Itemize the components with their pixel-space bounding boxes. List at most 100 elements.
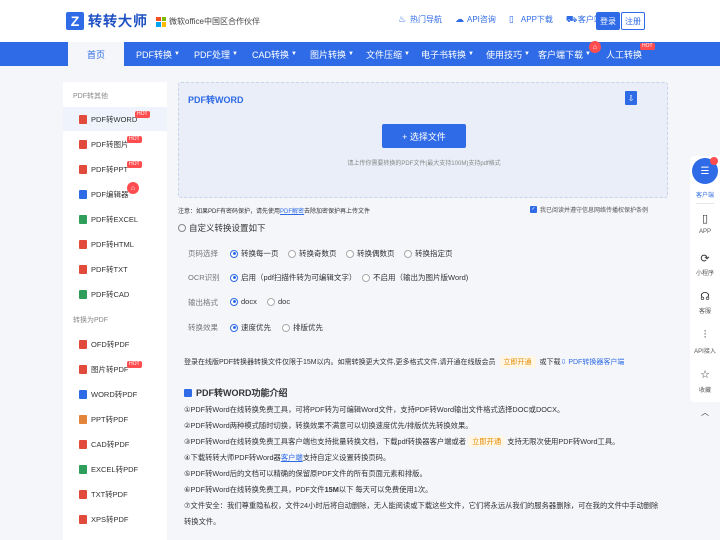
dock-favorite-label[interactable]: 收藏 xyxy=(690,385,720,394)
top-link-hot-nav[interactable]: ♨ 热门导航 xyxy=(398,14,442,25)
nav-pdf-convert[interactable]: PDF转换 ▼ xyxy=(136,42,180,66)
intro-line-3-a: ③PDF转Word在线转换免费工具客户端也支持批量转换文档，下载pdf转换器客户… xyxy=(184,437,467,446)
chevron-down-icon: ▼ xyxy=(291,51,297,57)
sidebar-item-ppt-to-pdf[interactable]: PPT转PDF xyxy=(63,407,167,431)
nav-cad-convert[interactable]: CAD转换 ▼ xyxy=(252,42,297,66)
open-vip-button[interactable]: 立即开通 xyxy=(499,356,536,368)
intro-line-7: ⑦文件安全：我们尊重隐私权，文件24小时后将自动删除，无人能阅读或下载这些文件，… xyxy=(184,501,659,510)
intro-line-7-cont: 转换文件。 xyxy=(184,517,221,526)
sidebar-item-pdf-to-excel[interactable]: PDF转EXCEL xyxy=(63,207,167,231)
nav-manual-convert[interactable]: 人工转换 xyxy=(606,42,642,66)
intro-line-4-a: ④下载转转大师PDF转Word器 xyxy=(184,453,281,462)
radio-docx[interactable]: docx xyxy=(230,297,257,306)
password-notice: 注意：如果PDF有密码保护，请先使用PDF解密去除加密保护再上传文件 xyxy=(178,206,370,215)
download-client-link[interactable]: ⇩ PDF转换器客户端 xyxy=(561,357,625,367)
radio-label: docx xyxy=(241,297,257,306)
radio-ocr-enable[interactable]: 启用（pdf扫描件转为可编辑文字） xyxy=(230,272,356,283)
nav-home[interactable]: 首页 xyxy=(68,42,124,66)
sidebar-item-pdf-to-word[interactable]: PDF转WORD xyxy=(63,107,167,131)
chevron-up-icon[interactable]: ︿ xyxy=(697,404,713,420)
radio-odd-pages[interactable]: 转换奇数页 xyxy=(288,248,337,259)
client-link[interactable]: 客户端 xyxy=(281,453,303,462)
cart-icon: ⛟ xyxy=(565,14,578,24)
login-button[interactable]: 登录 xyxy=(596,12,620,30)
sidebar: PDF转其他 PDF转WORD PDF转图片 PDF转PPT PDF编辑器 PD… xyxy=(63,82,167,540)
nav-label: 图片转换 xyxy=(310,49,347,60)
nav-client-download[interactable]: 客户端下载 ▼ xyxy=(538,42,591,66)
pdf-decrypt-link[interactable]: PDF解密 xyxy=(280,209,304,215)
file-icon xyxy=(79,139,87,149)
chevron-down-icon: ▼ xyxy=(404,51,410,57)
radio-icon xyxy=(230,323,238,332)
mobile-icon[interactable]: ▯ xyxy=(697,210,713,226)
sidebar-item-pdf-to-txt[interactable]: PDF转TXT xyxy=(63,257,167,281)
headset-icon[interactable]: ☊ xyxy=(697,288,713,304)
sidebar-item-pdf-to-image[interactable]: PDF转图片 xyxy=(63,132,167,156)
register-button[interactable]: 注册 xyxy=(621,12,645,30)
dock-miniapp-label[interactable]: 小程序 xyxy=(690,268,720,277)
file-icon xyxy=(79,414,87,424)
logo[interactable]: Z 转转大师 xyxy=(66,11,148,31)
radio-label: 转换指定页 xyxy=(415,249,453,258)
star-icon[interactable]: ☆ xyxy=(697,366,713,382)
sidebar-item-txt-to-pdf[interactable]: TXT转PDF xyxy=(63,482,167,506)
radio-icon xyxy=(362,273,370,282)
radio-ocr-disable[interactable]: 不启用（输出为图片版Word) xyxy=(362,272,468,283)
miniapp-icon[interactable]: ⟳ xyxy=(697,250,713,266)
radio-every-page[interactable]: 转换每一页 xyxy=(230,248,279,259)
nav-label: 客户端下载 xyxy=(538,49,584,60)
intro-line-3-b: 支持无限次使用PDF转Word工具。 xyxy=(507,437,620,446)
radio-label: 转换偶数页 xyxy=(357,249,395,258)
partner-badge: 微软office中国区合作伙伴 xyxy=(156,16,260,27)
sidebar-item-pdf-to-ppt[interactable]: PDF转PPT xyxy=(63,157,167,181)
radio-doc[interactable]: doc xyxy=(267,297,290,306)
sidebar-item-word-to-pdf[interactable]: WORD转PDF xyxy=(63,382,167,406)
radio-speed-first[interactable]: 速度优先 xyxy=(230,322,271,333)
sidebar-item-ofd-to-pdf[interactable]: OFD转PDF xyxy=(63,332,167,356)
nav-ebook[interactable]: 电子书转换 ▼ xyxy=(421,42,474,66)
dock-api-label[interactable]: API接入 xyxy=(690,346,720,355)
sidebar-item-xps-to-pdf[interactable]: XPS转PDF xyxy=(63,507,167,531)
radio-layout-first[interactable]: 排版优先 xyxy=(282,322,323,333)
download-client-label: PDF转换器客户端 xyxy=(568,359,625,366)
intro-line-1: ①PDF转Word在线转换免费工具，可将PDF转为可编辑Word文件，支持PDF… xyxy=(184,405,565,414)
choose-file-button[interactable]: + 选择文件 xyxy=(382,124,466,148)
nav-image-convert[interactable]: 图片转换 ▼ xyxy=(310,42,354,66)
radio-label: 转换奇数页 xyxy=(299,249,337,258)
sidebar-item-label: PDF转图片 xyxy=(91,139,129,149)
agree-checkbox[interactable]: ✓ 我已阅读并遵守信息网络传播权保护条例 xyxy=(530,205,648,214)
notice-suffix: 去除加密保护再上传文件 xyxy=(304,209,371,215)
sidebar-group-title: 转换为PDF xyxy=(73,317,108,324)
upload-dropzone[interactable]: PDF转WORD ⇩ + 选择文件 请上传你需要转换的PDF文件(最大支持100… xyxy=(178,82,668,198)
sidebar-item-pdf-to-cad[interactable]: PDF转CAD xyxy=(63,282,167,306)
sidebar-item-label: PDF转CAD xyxy=(91,289,130,299)
sidebar-item-image-to-pdf[interactable]: 图片转PDF xyxy=(63,357,167,381)
document-icon xyxy=(184,388,192,397)
dock-app-label[interactable]: APP xyxy=(690,229,720,235)
radio-even-pages[interactable]: 转换偶数页 xyxy=(346,248,395,259)
nav-pdf-process[interactable]: PDF处理 ▼ xyxy=(194,42,238,66)
top-link-api[interactable]: ☁ API咨询 xyxy=(455,14,496,25)
top-link-app[interactable]: ▯ APP下载 xyxy=(509,14,553,25)
api-icon[interactable]: ⫶ xyxy=(697,327,713,343)
sidebar-item-label: PPT转PDF xyxy=(91,414,129,424)
file-icon xyxy=(79,364,87,374)
sidebar-group-title: PDF转其他 xyxy=(73,93,108,100)
custom-settings-title: 自定义转换设置如下 xyxy=(178,222,266,234)
radio-specific-pages[interactable]: 转换指定页 xyxy=(404,248,453,259)
file-icon xyxy=(79,489,87,499)
word-doc-icon: ⇩ xyxy=(625,91,637,105)
nav-tips[interactable]: 使用技巧 ▼ xyxy=(486,42,530,66)
nav-compress[interactable]: 文件压缩 ▼ xyxy=(366,42,410,66)
dock-client-label[interactable]: 客户端 xyxy=(690,190,720,199)
open-vip-inline-button[interactable]: 立即开通 xyxy=(468,436,506,447)
cloud-icon: ☁ xyxy=(455,14,464,24)
sidebar-item-pdf-editor[interactable]: PDF编辑器 xyxy=(63,182,167,206)
sidebar-item-cad-to-pdf[interactable]: CAD转PDF xyxy=(63,432,167,456)
nav-label: 文件压缩 xyxy=(366,49,403,60)
intro-title-label: PDF转WORD功能介绍 xyxy=(196,388,288,398)
sidebar-item-excel-to-pdf[interactable]: EXCEL转PDF xyxy=(63,457,167,481)
sidebar-item-label: WORD转PDF xyxy=(91,389,138,399)
dock-service-label[interactable]: 客服 xyxy=(690,306,720,315)
sidebar-item-pdf-to-html[interactable]: PDF转HTML xyxy=(63,232,167,256)
